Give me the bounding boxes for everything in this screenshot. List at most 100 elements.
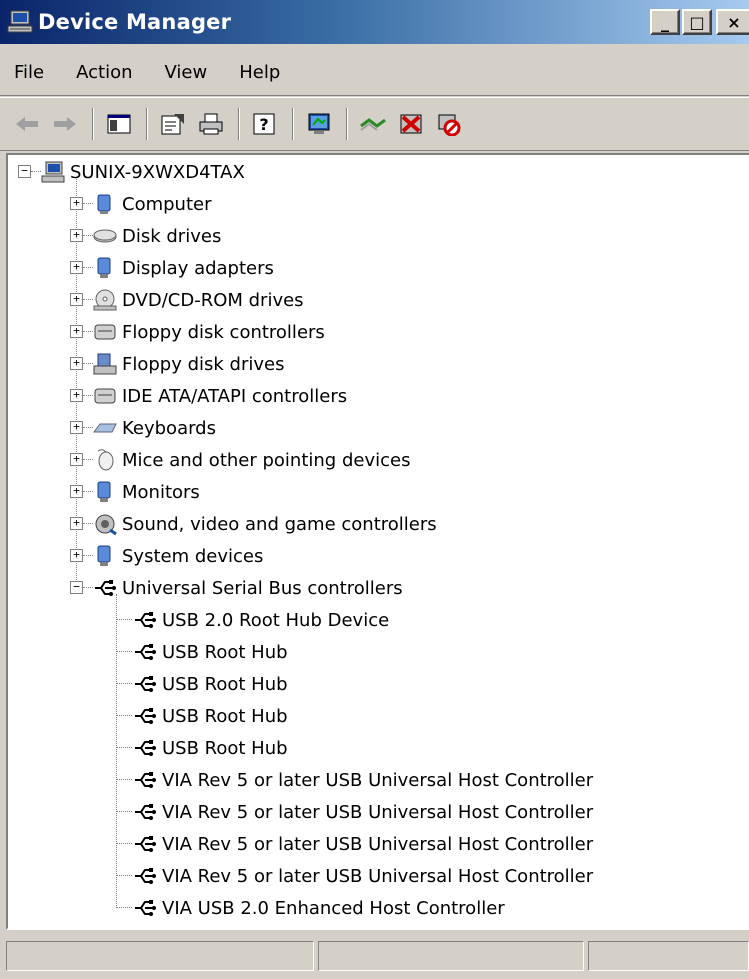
floppy-controller-icon (94, 324, 116, 340)
tree-device-label: USB Root Hub (162, 737, 288, 759)
menu-bar: File Action View Help (0, 50, 749, 96)
menu-help[interactable]: Help (223, 62, 296, 83)
update-driver-button[interactable] (356, 107, 390, 141)
tree-category-item[interactable]: IDE ATA/ATAPI controllers (92, 380, 347, 412)
update-driver-icon (360, 118, 386, 131)
tree-category-item[interactable]: Keyboards (92, 412, 216, 444)
expand-toggle-3[interactable]: + (70, 261, 83, 274)
tree-category-item[interactable]: Computer (92, 188, 211, 220)
tree-device-item[interactable]: USB Root Hub (132, 700, 288, 732)
tree-device-item[interactable]: USB Root Hub (132, 668, 288, 700)
tree-category-label: Display adapters (122, 257, 274, 279)
properties-icon (161, 114, 184, 135)
tree-device-label: VIA Rev 5 or later USB Universal Host Co… (162, 833, 594, 855)
maximize-icon: □ (689, 12, 705, 32)
tree-category-item[interactable]: Universal Serial Bus controllers (92, 572, 403, 604)
mouse-icon (97, 449, 114, 471)
tree-category-item[interactable]: Display adapters (92, 252, 274, 284)
tree-category-item[interactable]: Monitors (92, 476, 200, 508)
forward-button[interactable] (48, 107, 82, 141)
minimize-icon: _ (661, 12, 669, 32)
tree-category-label: Sound, video and game controllers (122, 513, 437, 535)
tree-category-label: Computer (122, 193, 212, 215)
tree-category-label: Disk drives (122, 225, 222, 247)
tree-device-label: USB Root Hub (162, 705, 288, 727)
toolbar-separator (292, 108, 294, 140)
maximize-button[interactable]: □ (682, 9, 712, 35)
expand-toggle-12[interactable]: + (70, 549, 83, 562)
expand-toggle-8[interactable]: + (70, 421, 83, 434)
tree-device-item[interactable]: VIA Rev 5 or later USB Universal Host Co… (132, 828, 593, 860)
tree-connector-line (116, 594, 117, 908)
expand-toggle-9[interactable]: + (70, 453, 83, 466)
device-tree-panel[interactable]: − SUNIX-9XWXD4TAX + Computer + Disk drives +… (6, 153, 749, 930)
forward-arrow-icon (54, 117, 76, 131)
expand-toggle-13[interactable]: − (70, 581, 83, 594)
menu-action[interactable]: Action (60, 62, 148, 83)
tree-category-item[interactable]: System devices (92, 540, 263, 572)
tree-connector-line (116, 811, 132, 812)
expand-toggle-2[interactable]: + (70, 229, 83, 242)
tree-device-item[interactable]: USB 2.0 Root Hub Device (132, 604, 389, 636)
expand-toggle-11[interactable]: + (70, 517, 83, 530)
tree-device-label: USB Root Hub (162, 673, 288, 695)
toolbar-separator (92, 108, 94, 140)
uninstall-button[interactable] (394, 107, 428, 141)
tree-category-item[interactable]: Sound, video and game controllers (92, 508, 437, 540)
tree-category-item[interactable]: Mice and other pointing devices (92, 444, 410, 476)
tree-device-item[interactable]: VIA Rev 5 or later USB Universal Host Co… (132, 796, 593, 828)
show-hide-console-tree-button[interactable] (102, 107, 136, 141)
usb-icon (135, 804, 156, 820)
expand-toggle-6[interactable]: + (70, 357, 83, 370)
disk-drive-icon (93, 229, 117, 243)
print-button[interactable] (194, 107, 228, 141)
tree-device-item[interactable]: USB Root Hub (132, 732, 288, 764)
tree-device-item[interactable]: VIA Rev 5 or later USB Universal Host Co… (132, 860, 593, 892)
tree-device-item[interactable]: VIA USB 2.0 Enhanced Host Controller (132, 892, 505, 924)
tree-device-item[interactable]: USB Root Hub (132, 636, 288, 668)
title-bar[interactable]: Device Manager _ □ × (0, 0, 749, 44)
usb-icon (135, 772, 156, 788)
usb-icon (135, 868, 156, 884)
window-title: Device Manager (38, 10, 232, 34)
expand-toggle-7[interactable]: + (70, 389, 83, 402)
expand-toggle-4[interactable]: + (70, 293, 83, 306)
toolbar: ? (0, 97, 749, 151)
expand-toggle-10[interactable]: + (70, 485, 83, 498)
tree-root-item[interactable]: SUNIX-9XWXD4TAX (40, 156, 245, 188)
properties-button[interactable] (156, 107, 190, 141)
floppy-drive-icon (93, 353, 117, 375)
tree-category-item[interactable]: Floppy disk controllers (92, 316, 325, 348)
usb-icon (135, 708, 156, 724)
tree-device-item[interactable]: VIA Rev 5 or later USB Universal Host Co… (132, 764, 593, 796)
menu-file[interactable]: File (0, 62, 60, 83)
keyboard-icon (93, 423, 117, 433)
root-collapse-toggle[interactable]: − (18, 165, 31, 178)
close-button[interactable]: × (716, 9, 749, 35)
device-tree: − SUNIX-9XWXD4TAX + Computer + Disk drives +… (8, 155, 749, 928)
menu-view[interactable]: View (149, 62, 224, 83)
system-devices-icon (97, 545, 111, 566)
device-manager-app-icon (7, 10, 33, 33)
computer-icon (41, 161, 65, 183)
minimize-button[interactable]: _ (650, 9, 680, 35)
tree-device-label: VIA USB 2.0 Enhanced Host Controller (162, 897, 505, 919)
tree-device-label: VIA Rev 5 or later USB Universal Host Co… (162, 801, 594, 823)
status-bar (0, 933, 749, 979)
tree-connector-line (116, 651, 132, 652)
dvd-drive-icon (93, 289, 117, 311)
tree-category-item[interactable]: DVD/CD-ROM drives (92, 284, 304, 316)
tree-category-label: Floppy disk drives (122, 353, 285, 375)
expand-toggle-5[interactable]: + (70, 325, 83, 338)
expand-toggle-1[interactable]: + (70, 197, 83, 210)
print-icon (199, 113, 223, 135)
scan-hardware-button[interactable] (302, 107, 336, 141)
disable-button[interactable] (432, 107, 466, 141)
tree-category-item[interactable]: Disk drives (92, 220, 221, 252)
tree-category-item[interactable]: Floppy disk drives (92, 348, 284, 380)
help-button[interactable]: ? (248, 107, 282, 141)
sound-icon (95, 514, 117, 536)
tree-connector-line (116, 619, 132, 620)
tree-category-label: System devices (122, 545, 264, 567)
back-button[interactable] (10, 107, 44, 141)
